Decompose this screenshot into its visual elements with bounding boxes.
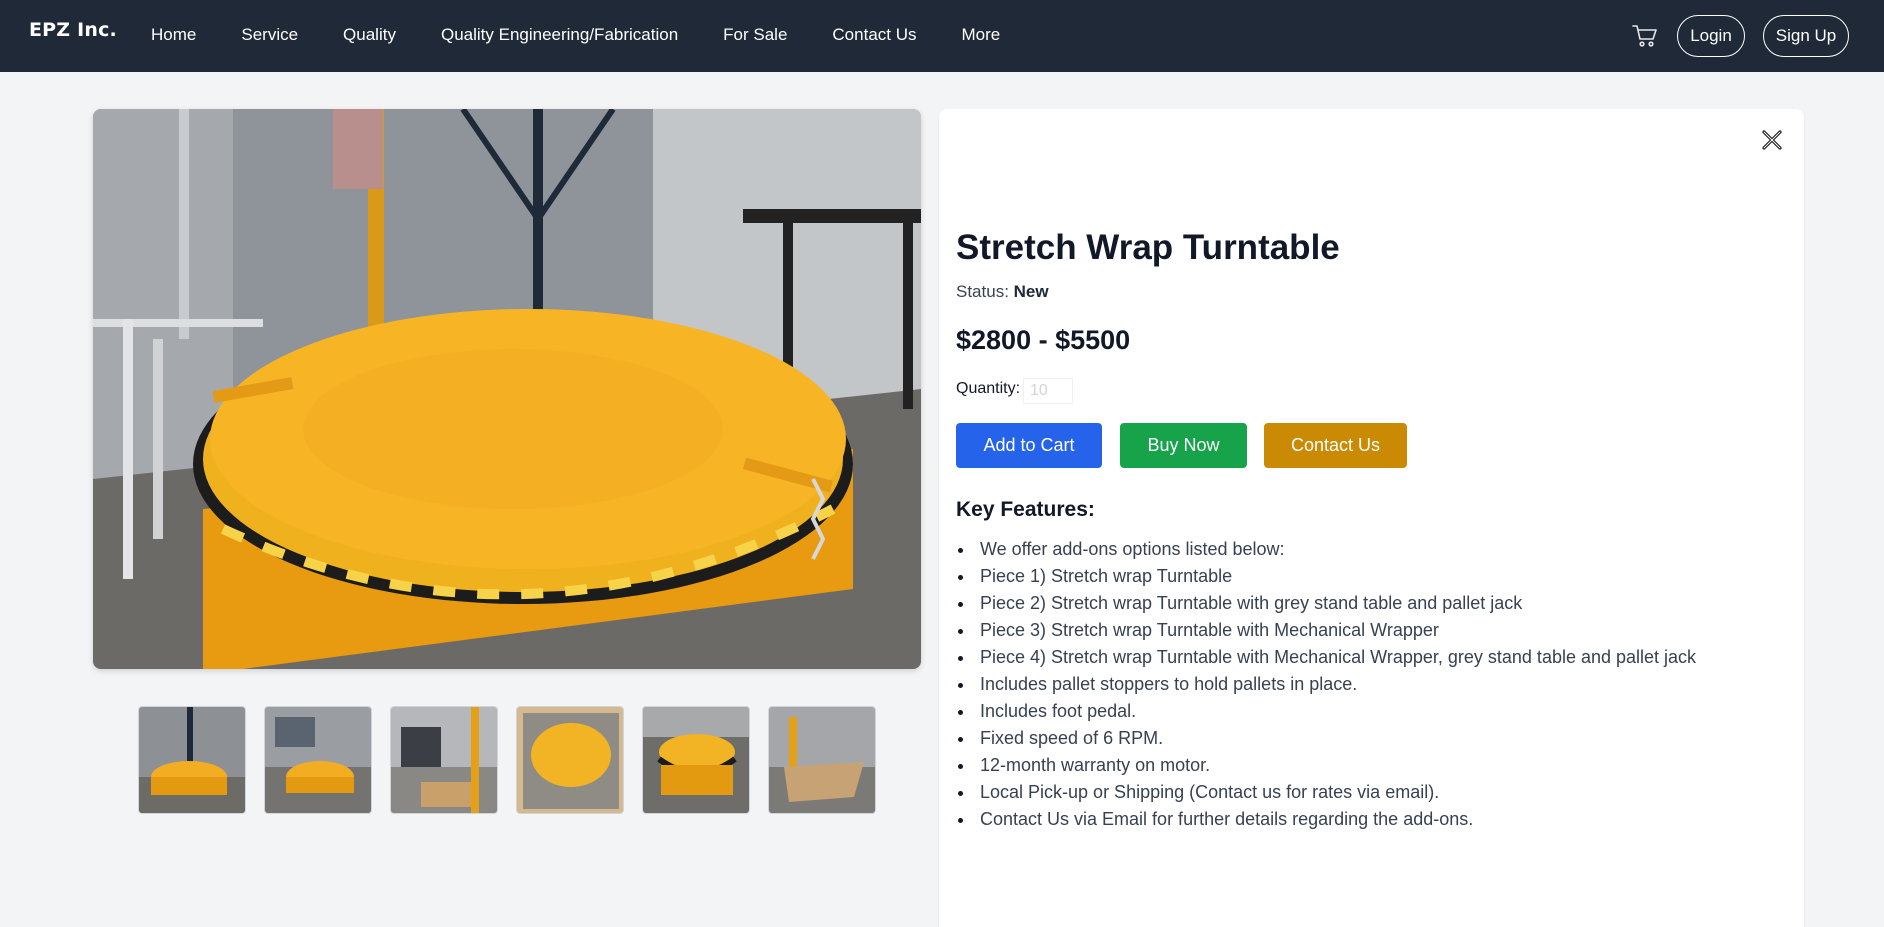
main-product-image — [93, 109, 921, 669]
feature-item: 12-month warranty on motor. — [956, 752, 1696, 779]
shopping-cart-icon[interactable] — [1632, 24, 1658, 48]
feature-item: Piece 4) Stretch wrap Turntable with Mec… — [956, 644, 1696, 671]
contact-us-button[interactable]: Contact Us — [1264, 423, 1407, 468]
add-to-cart-button[interactable]: Add to Cart — [956, 423, 1102, 468]
feature-item: We offer add-ons options listed below: — [956, 536, 1696, 563]
thumbnail-5[interactable] — [642, 706, 750, 814]
nav-link-contact-us[interactable]: Contact Us — [832, 25, 916, 45]
nav-link-for-sale[interactable]: For Sale — [723, 25, 787, 45]
nav-link-quality-engineering[interactable]: Quality Engineering/Fabrication — [441, 25, 678, 45]
quantity-label: Quantity: — [956, 380, 1021, 397]
feature-item: Piece 2) Stretch wrap Turntable with gre… — [956, 590, 1696, 617]
feature-item: Fixed speed of 6 RPM. — [956, 725, 1696, 752]
status-value: New — [1013, 282, 1049, 301]
key-features-heading: Key Features: — [956, 498, 1095, 521]
nav-link-service[interactable]: Service — [241, 25, 298, 45]
close-x-icon[interactable] — [1761, 129, 1783, 151]
feature-item: Piece 3) Stretch wrap Turntable with Mec… — [956, 617, 1696, 644]
feature-item: Local Pick-up or Shipping (Contact us fo… — [956, 779, 1696, 806]
nav-link-home[interactable]: Home — [151, 25, 196, 45]
nav-links: Home Service Quality Quality Engineering… — [151, 25, 1045, 45]
key-features-list: We offer add-ons options listed below: P… — [956, 536, 1696, 833]
top-navbar: EPZ Inc. Home Service Quality Quality En… — [0, 0, 1884, 72]
thumbnail-1[interactable] — [138, 706, 246, 814]
product-price: $2800 - $5500 — [956, 325, 1131, 355]
sign-up-button[interactable]: Sign Up — [1763, 15, 1849, 57]
brand-logo[interactable]: EPZ Inc. — [29, 19, 117, 41]
feature-item: Piece 1) Stretch wrap Turntable — [956, 563, 1696, 590]
login-button[interactable]: Login — [1677, 15, 1745, 57]
feature-item: Includes foot pedal. — [956, 698, 1696, 725]
nav-link-quality[interactable]: Quality — [343, 25, 396, 45]
thumbnail-2[interactable] — [264, 706, 372, 814]
nav-link-more[interactable]: More — [962, 25, 1001, 45]
quantity-input[interactable] — [1023, 378, 1073, 404]
product-status: Status: New — [956, 282, 1049, 302]
feature-item: Contact Us via Email for further details… — [956, 806, 1696, 833]
feature-item: Includes pallet stoppers to hold pallets… — [956, 671, 1696, 698]
status-label: Status: — [956, 282, 1009, 301]
product-title: Stretch Wrap Turntable — [956, 228, 1340, 267]
thumbnail-strip — [138, 706, 894, 814]
thumbnail-6[interactable] — [768, 706, 876, 814]
thumbnail-4[interactable] — [516, 706, 624, 814]
buy-now-button[interactable]: Buy Now — [1120, 423, 1247, 468]
thumbnail-3[interactable] — [390, 706, 498, 814]
